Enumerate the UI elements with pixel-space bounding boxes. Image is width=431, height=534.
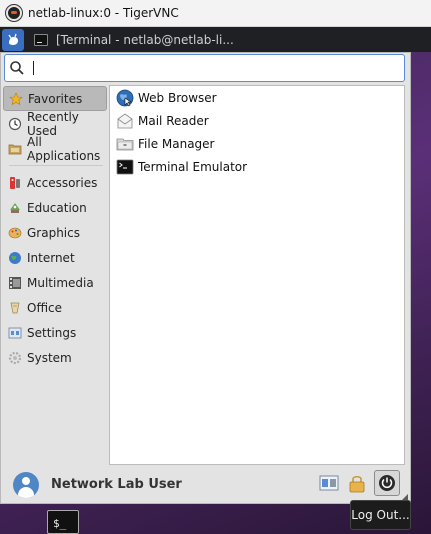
app-label: Web Browser <box>138 90 217 105</box>
file-manager-icon <box>116 138 134 150</box>
education-icon <box>8 201 22 215</box>
system-icon <box>8 351 22 365</box>
category-label: Internet <box>27 250 75 265</box>
app-file-manager[interactable]: File Manager <box>110 132 404 155</box>
lock-screen-button[interactable] <box>346 472 368 494</box>
mail-reader-icon <box>117 113 133 128</box>
app-terminal-emulator[interactable]: Terminal Emulator <box>110 155 404 178</box>
category-label: System <box>27 350 72 365</box>
window-title: netlab-linux:0 - TigerVNC <box>28 6 179 20</box>
category-label: Multimedia <box>27 275 94 290</box>
office-icon <box>8 301 22 315</box>
username: Network Lab User <box>51 477 182 492</box>
category-label: Office <box>27 300 63 315</box>
tigervnc-icon <box>6 5 22 21</box>
user-avatar-icon <box>13 471 39 498</box>
app-label: Mail Reader <box>138 113 209 128</box>
category-internet[interactable]: Internet <box>3 245 107 270</box>
log-out-tooltip: Log Out... <box>350 500 411 530</box>
internet-icon <box>8 251 22 265</box>
settings-manager-icon <box>319 475 339 491</box>
category-label: All Applications <box>27 134 101 163</box>
terminal-icon <box>34 33 48 46</box>
category-label: Accessories <box>27 175 98 190</box>
category-label: Education <box>27 200 87 215</box>
category-label: Favorites <box>28 91 83 106</box>
category-settings[interactable]: Settings <box>3 320 107 345</box>
app-label: File Manager <box>138 136 215 151</box>
category-separator <box>9 165 103 166</box>
graphics-icon <box>8 226 22 240</box>
application-list: Web Browser Mail Reader File Manager Ter… <box>109 85 405 465</box>
whisker-menu: Favorites Recently Used All Applications… <box>0 52 411 504</box>
multimedia-icon <box>8 276 22 290</box>
lock-icon <box>349 475 365 493</box>
settings-icon <box>8 326 22 340</box>
search-icon <box>10 61 24 75</box>
search-box[interactable] <box>4 54 405 82</box>
applications-menu-button[interactable] <box>2 28 24 51</box>
taskbar-item-label: [Terminal - netlab@netlab-li... <box>56 32 234 47</box>
category-favorites[interactable]: Favorites <box>3 86 107 111</box>
settings-manager-button[interactable] <box>318 472 340 494</box>
dock-terminal-launcher[interactable]: $_ <box>47 510 79 534</box>
category-recently-used[interactable]: Recently Used <box>3 109 107 138</box>
star-icon <box>9 91 23 106</box>
power-icon <box>379 475 395 491</box>
app-mail-reader[interactable]: Mail Reader <box>110 109 404 132</box>
web-browser-icon <box>116 89 134 106</box>
category-education[interactable]: Education <box>3 195 107 220</box>
category-graphics[interactable]: Graphics <box>3 220 107 245</box>
footer-actions <box>318 470 400 496</box>
top-panel: [Terminal - netlab@netlab-li... <box>0 27 431 52</box>
category-system[interactable]: System <box>3 345 107 370</box>
category-label: Settings <box>27 325 77 340</box>
xfce-mouse-icon <box>8 33 18 45</box>
category-label: Graphics <box>27 225 80 240</box>
taskbar-item-terminal[interactable]: [Terminal - netlab@netlab-li... <box>34 33 234 47</box>
menu-footer: Network Lab User <box>1 466 410 503</box>
category-multimedia[interactable]: Multimedia <box>3 270 107 295</box>
accessories-icon <box>8 176 22 190</box>
vnc-title-bar: netlab-linux:0 - TigerVNC <box>0 0 431 27</box>
terminal-icon <box>116 159 134 174</box>
folder-icon <box>8 142 22 156</box>
app-web-browser[interactable]: Web Browser <box>110 86 404 109</box>
category-all-applications[interactable]: All Applications <box>3 134 107 163</box>
recent-icon <box>8 117 22 131</box>
app-label: Terminal Emulator <box>138 159 248 174</box>
log-out-button[interactable] <box>374 470 400 496</box>
category-label: Recently Used <box>27 109 79 138</box>
category-office[interactable]: Office <box>3 295 107 320</box>
category-accessories[interactable]: Accessories <box>3 170 107 195</box>
category-list: Favorites Recently Used All Applications… <box>3 86 107 370</box>
search-input[interactable] <box>34 57 404 79</box>
